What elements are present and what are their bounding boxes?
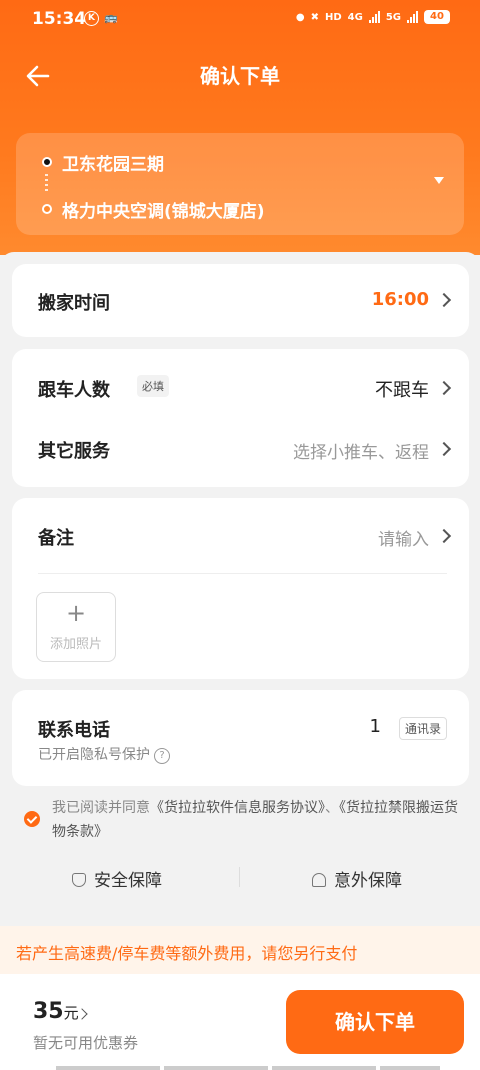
signal-4g-icon [368, 11, 380, 23]
net-4g-label: 4G [347, 11, 363, 23]
help-icon[interactable]: ? [154, 748, 170, 764]
follow-label: 跟车人数 [38, 380, 110, 401]
agreement-prefix: 我已阅读并同意 [52, 800, 150, 816]
home-indicator [164, 1066, 268, 1070]
header-background: 15:34 K 🚌 ● ✖ HD 4G 5G 40 确认下单 卫东花园三期 格力… [0, 0, 480, 255]
remark-card: 备注 请输入 + 添加照片 [12, 498, 469, 679]
status-bar: 15:34 K 🚌 ● ✖ HD 4G 5G 40 [0, 0, 480, 40]
mute-icon: ✖ [310, 11, 319, 23]
move-time-row[interactable]: 搬家时间 16:00 [12, 264, 469, 337]
chevron-right-icon [436, 528, 452, 544]
battery-icon: 40 [424, 10, 450, 24]
other-service-row[interactable]: 其它服务 选择小推车、返程 [12, 421, 469, 487]
home-indicator [380, 1066, 440, 1070]
add-photo-label: 添加照片 [49, 637, 102, 652]
shield-check-icon [72, 873, 86, 887]
service-agreement-link[interactable]: 《货拉拉软件信息服务协议》 [150, 800, 325, 816]
coupon-status: 暂无可用优惠券 [33, 1034, 139, 1052]
agreement-checkbox[interactable] [24, 811, 40, 827]
contact-phone-input[interactable]: 1 [370, 716, 381, 737]
safety-label: 安全保障 [94, 871, 162, 891]
contact-label: 联系电话 [38, 720, 110, 741]
move-time-label: 搬家时间 [38, 293, 110, 314]
chevron-right-icon [436, 441, 452, 457]
contact-card: 联系电话 1 通讯录 已开启隐私号保护? [12, 690, 469, 786]
chevron-right-icon [436, 292, 452, 308]
chevron-right-icon [436, 380, 452, 396]
follow-value: 不跟车 [375, 380, 429, 401]
address-book-button[interactable]: 通讯录 [398, 717, 447, 740]
route-connector [45, 174, 48, 192]
route-origin: 卫东花园三期 [62, 155, 164, 175]
confirm-order-button[interactable]: 确认下单 [286, 990, 464, 1054]
remark-row[interactable]: 备注 请输入 [12, 498, 469, 573]
status-time: 15:34 [32, 9, 87, 29]
hd-label: HD [324, 11, 342, 23]
page-title: 确认下单 [200, 64, 280, 88]
privacy-note: 已开启隐私号保护? [38, 744, 170, 764]
k-badge-icon: K [84, 11, 99, 26]
net-5g-label: 5G [385, 11, 401, 23]
fee-notice: 若产生高速费/停车费等额外费用，请您另行支付 [0, 926, 480, 974]
plus-icon: + [65, 599, 87, 627]
remark-input[interactable]: 请输入 [378, 525, 429, 550]
agreement-text: 我已阅读并同意《货拉拉软件信息服务协议》、《货拉拉禁限搬运货物条款》 [52, 796, 462, 844]
price-value: 35 [33, 999, 64, 1024]
divider [239, 867, 240, 887]
move-time-value: 16:00 [371, 289, 429, 310]
bus-icon: 🚌 [104, 11, 118, 24]
caret-down-icon[interactable] [434, 177, 444, 184]
route-card[interactable]: 卫东花园三期 格力中央空调(锦城大厦店) [16, 133, 464, 235]
required-badge: 必填 [137, 375, 169, 397]
fee-notice-text: 若产生高速费/停车费等额外费用，请您另行支付 [16, 944, 358, 963]
destination-dot-icon [42, 204, 52, 214]
umbrella-icon [312, 873, 326, 887]
status-right-icons: ● ✖ HD 4G 5G 40 [296, 10, 450, 24]
home-indicator [56, 1066, 160, 1070]
price-display[interactable]: 35元 [33, 999, 79, 1024]
origin-dot-icon [42, 157, 52, 167]
divider [38, 573, 447, 574]
remark-label: 备注 [38, 528, 74, 549]
route-destination: 格力中央空调(锦城大厦店) [62, 202, 265, 222]
location-icon: ● [295, 11, 305, 23]
service-card: 跟车人数 必填 不跟车 其它服务 选择小推车、返程 [12, 349, 469, 487]
other-service-placeholder: 选择小推车、返程 [293, 443, 429, 463]
safety-assurance-link[interactable]: 安全保障 [72, 866, 162, 891]
add-photo-button[interactable]: + 添加照片 [36, 592, 116, 662]
accident-label: 意外保障 [334, 871, 402, 891]
signal-5g-icon [407, 11, 418, 23]
privacy-text: 已开启隐私号保护 [38, 747, 150, 763]
agreement-separator: 、 [325, 800, 339, 816]
other-service-label: 其它服务 [38, 441, 110, 462]
follow-row[interactable]: 跟车人数 必填 不跟车 [12, 349, 469, 421]
bottom-bar: 35元 暂无可用优惠券 确认下单 [0, 974, 480, 1070]
accident-assurance-link[interactable]: 意外保障 [312, 866, 402, 891]
home-indicator [272, 1066, 376, 1070]
